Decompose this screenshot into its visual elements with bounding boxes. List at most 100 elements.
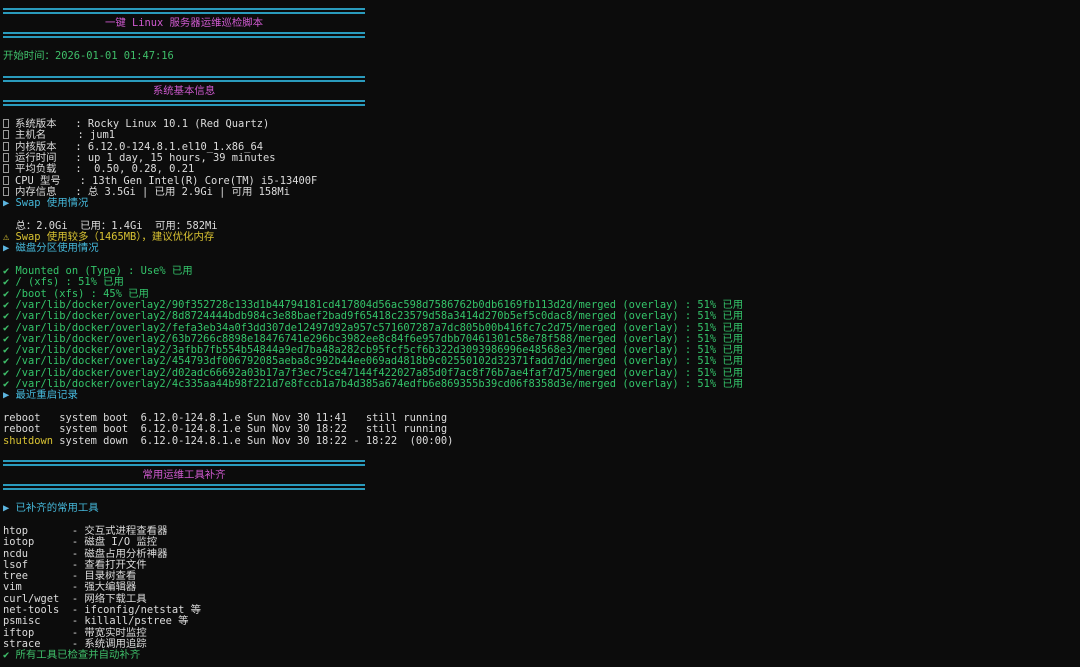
disk-usage-list: ✔ Mounted on (Type) : Use% 已用 ✔ / (xfs) :… [3,265,1077,391]
swap-warning: ⚠ Swap 使用较多（1465MB），建议优化内存 [3,231,215,244]
tool-row: psmisc - killall/pstree 等 [3,616,1077,627]
check-icon: ✔ [3,265,16,278]
reboot-row: shutdown system down 6.12.0-124.8.1.e Su… [3,434,1077,447]
tool-desc: - 磁盘 I/O 监控 [65,536,158,549]
tool-row: iftop - 带宽实时监控 [3,626,1077,639]
disk-row-text: /boot (xfs) : 45% 已用 [15,287,149,300]
disk-row-text: /var/lib/docker/overlay2/d02adc66692a03b… [15,366,744,379]
tool-desc: - 磁盘占用分析神器 [65,547,168,560]
info-value: Rocky Linux 10.1 (Red Quartz) [87,118,270,131]
tool-name: ncdu [3,547,66,560]
info-row: 系统版本 : Rocky Linux 10.1 (Red Quartz) [3,119,1077,130]
info-label: 主机名 [15,129,78,142]
separator [3,484,365,491]
reboot-header: ▶ 最近重启记录 [3,389,78,402]
box-icon [3,119,9,129]
disk-row-text: /var/lib/docker/overlay2/fefa3eb34a0f3dd… [15,321,744,334]
info-row: 内存信息 : 总 3.5Gi | 已用 2.9Gi | 可用 158Mi [3,185,1077,198]
info-separator: : [79,174,93,187]
tool-desc: - killall/pstree 等 [65,615,189,628]
reboot-type: shutdown [3,434,54,447]
reboot-list: reboot system boot 6.12.0-124.8.1.e Sun … [3,411,1077,447]
separator [3,460,365,467]
tool-row: lsof - 查看打开文件 [3,559,1077,571]
tool-row: ncdu - 磁盘占用分析神器 [3,547,1077,560]
tool-row: vim - 强大编辑器 [3,582,1077,593]
check-icon: ✔ [3,332,16,345]
triangle-right-icon: ▶ [3,197,10,210]
reboot-type: reboot [3,423,54,436]
separator [3,99,365,106]
section-title-tools: 常用运维工具补齐 [142,469,226,482]
box-icon [3,153,9,163]
check-icon: ✔ [3,355,16,368]
tool-name: curl/wget [3,592,66,605]
separator [3,75,365,82]
box-icon [3,175,9,185]
disk-row-text: /var/lib/docker/overlay2/90f352728c133d1… [15,298,744,311]
basic-info-list: 系统版本 : Rocky Linux 10.1 (Red Quartz) 主机名 … [3,119,1077,198]
info-value: 6.12.0-124.8.1.el10_1.x86_64 [87,140,264,153]
disk-row-text: /var/lib/docker/overlay2/8d8724444bdb984… [15,310,744,323]
tool-name: iotop [3,536,66,549]
disk-row-text: Mounted on (Type) : Use% 已用 [15,265,193,278]
info-value: 13th Gen Intel(R) Core(TM) i5-13400F [92,174,318,187]
tools-done: ✔ 所有工具已检查并自动补齐 [3,649,141,662]
disk-row-text: /var/lib/docker/overlay2/3afbb7fb554b548… [15,344,744,357]
triangle-right-icon: ▶ [3,502,10,515]
check-icon: ✔ [3,366,16,379]
check-icon: ✔ [3,310,16,323]
check-icon: ✔ [3,344,16,357]
banner-title: 一键 Linux 服务器运维巡检脚本 [104,17,264,29]
disk-header: ▶ 磁盘分区使用情况 [3,242,99,255]
tool-desc: - 带宽实时监控 [65,626,147,639]
box-icon [3,141,9,151]
check-icon: ✔ [3,287,16,300]
swap-header: ▶ Swap 使用情况 [3,197,89,210]
info-separator: : [75,163,88,176]
separator [3,8,365,14]
triangle-right-icon: ▶ [3,242,10,255]
reboot-type: reboot [3,411,54,424]
info-separator: : [77,129,90,142]
section-title-basic: 系统基本信息 [152,84,216,97]
info-label: 内核版本 [15,140,76,153]
separator [3,32,365,38]
check-icon: ✔ [3,276,16,289]
disk-row-text: /var/lib/docker/overlay2/4c335aa44b98f22… [15,378,744,391]
info-value: jum1 [89,129,115,142]
disk-row-text: / (xfs) : 51% 已用 [15,276,124,289]
check-icon: ✔ [3,321,16,334]
tools-header: ▶ 已补齐的常用工具 [3,502,99,515]
box-icon [3,164,9,174]
disk-row-text: /var/lib/docker/overlay2/454793df0067920… [15,355,744,368]
tool-row: htop - 交互式进程查看器 [3,525,1077,537]
tool-name: iftop [3,626,66,639]
reboot-detail: system boot 6.12.0-124.8.1.e Sun Nov 30 … [53,411,448,424]
info-separator: : [75,140,88,153]
tool-name: vim [3,581,66,594]
start-time: 开始时间：2026-01-01 01:47:16 [3,50,174,63]
tool-desc: - 网络下载工具 [65,592,147,605]
reboot-detail: system boot 6.12.0-124.8.1.e Sun Nov 30 … [53,423,448,436]
disk-row: ✔ / (xfs) : 51% 已用 [3,277,1077,288]
check-icon: ✔ [3,649,10,662]
tool-row: tree - 目录树查看 [3,571,1077,582]
disk-row: ✔ /var/lib/docker/overlay2/4c335aa44b98f… [3,378,1077,391]
info-label: 平均负载 [15,163,76,176]
disk-row-text: /var/lib/docker/overlay2/63b7266c8898e18… [15,332,744,345]
tool-desc: - 强大编辑器 [65,581,137,594]
check-icon: ✔ [3,298,16,311]
terminal-output[interactable]: 一键 Linux 服务器运维巡检脚本 开始时间：2026-01-01 01:47… [3,6,1077,662]
box-icon [3,186,9,196]
info-value: 0.50, 0.28, 0.21 [87,163,195,176]
tool-name: psmisc [3,615,66,628]
triangle-right-icon: ▶ [3,389,10,402]
box-icon [3,130,9,140]
info-label: CPU 型号 [15,174,80,187]
info-value: 总 3.5Gi | 已用 2.9Gi | 可用 158Mi [87,185,290,198]
tool-row: strace - 系统调用追踪 [3,638,1077,650]
tools-list: htop - 交互式进程查看器 iotop - 磁盘 I/O 监控 ncdu - 磁… [3,525,1077,650]
reboot-detail: system down 6.12.0-124.8.1.e Sun Nov 30 … [53,434,454,447]
disk-row: ✔ Mounted on (Type) : Use% 已用 [3,265,1077,278]
